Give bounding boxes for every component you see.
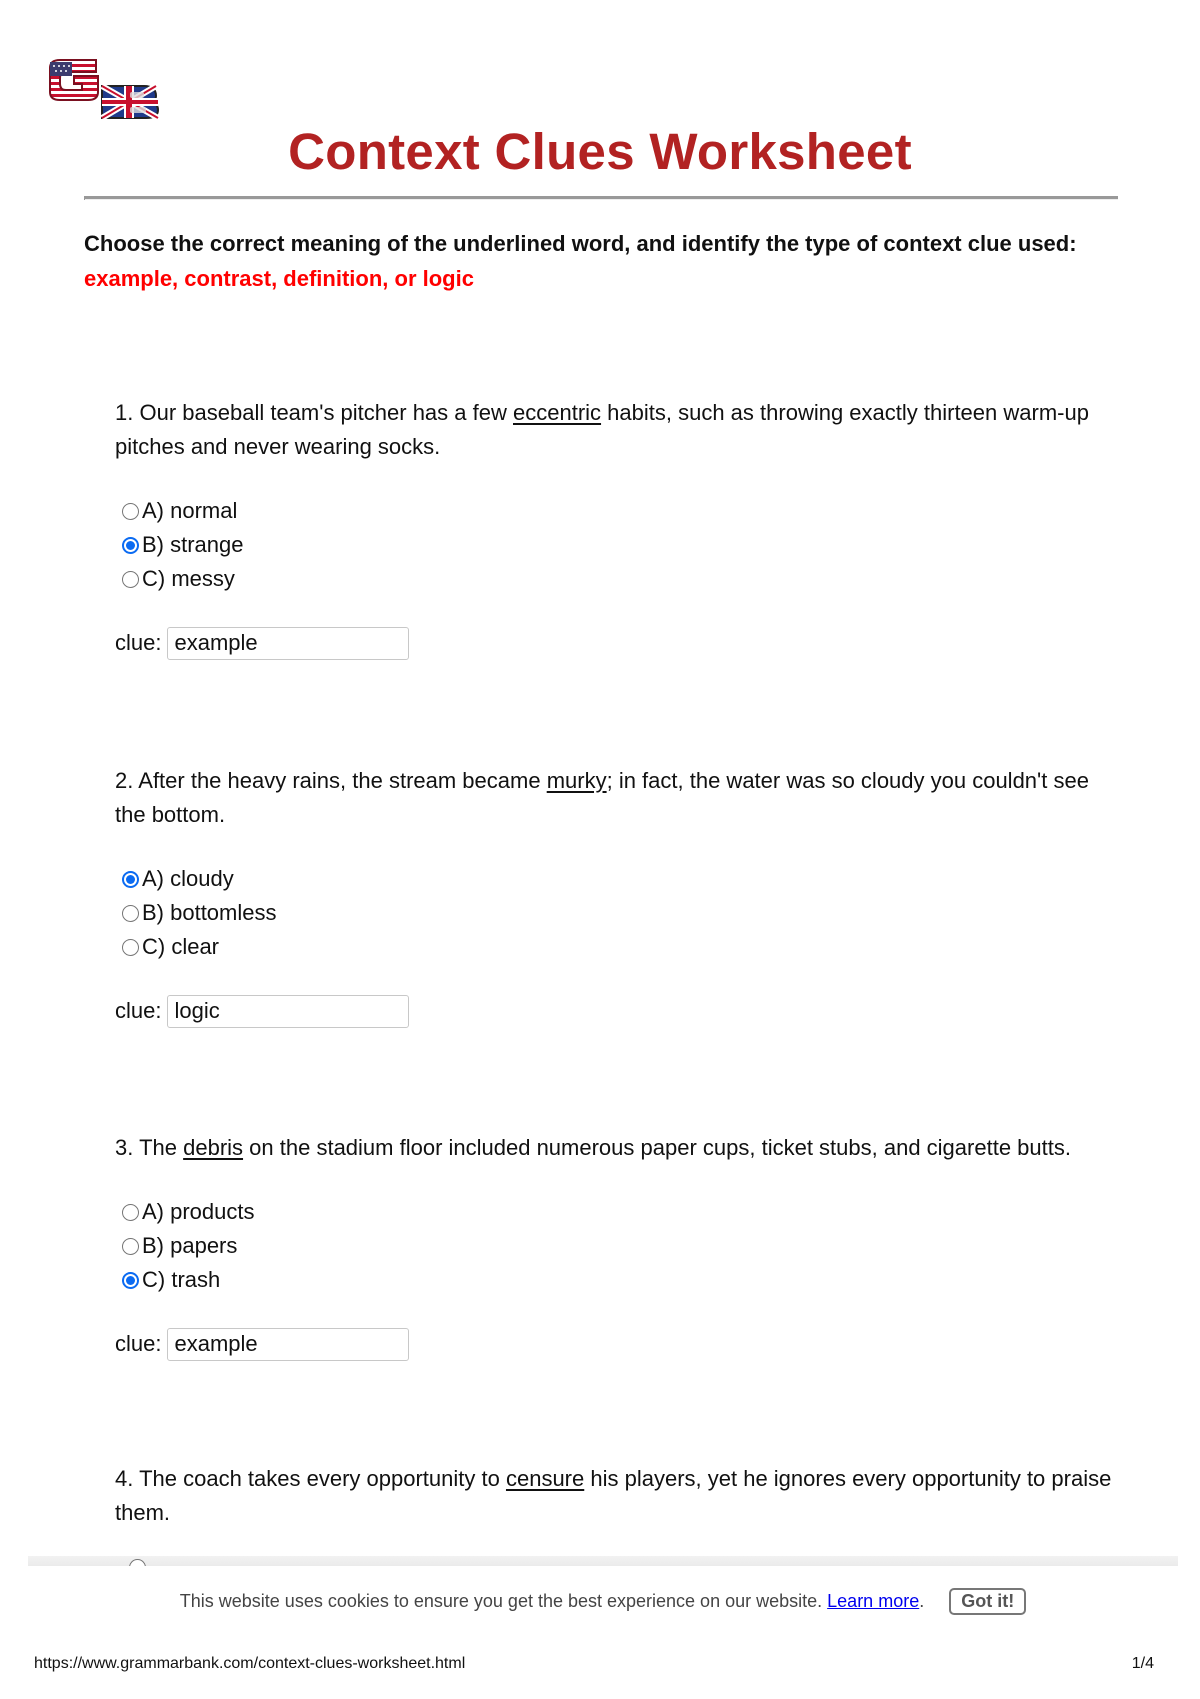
- answer-options: A) cloudy B) bottomless C) clear: [115, 862, 1115, 964]
- question-2: 2. After the heavy rains, the stream bec…: [115, 764, 1115, 1028]
- clue-row: clue:: [115, 626, 1115, 660]
- clue-row: clue:: [115, 1327, 1115, 1361]
- question-4: 4. The coach takes every opportunity to …: [115, 1462, 1115, 1530]
- clue-types-list: example, contrast, definition, or logic: [84, 266, 474, 291]
- clue-label: clue:: [115, 998, 162, 1023]
- target-word: debris: [183, 1135, 244, 1160]
- radio-button[interactable]: [122, 938, 139, 956]
- question-1: 1. Our baseball team's pitcher has a few…: [115, 396, 1115, 660]
- question-text: 1. Our baseball team's pitcher has a few…: [115, 400, 1089, 459]
- radio-button[interactable]: [129, 1559, 146, 1566]
- question-text: 4. The coach takes every opportunity to …: [115, 1466, 1112, 1525]
- radio-button[interactable]: [122, 1237, 139, 1255]
- target-word: eccentric: [513, 400, 602, 425]
- instructions: Choose the correct meaning of the underl…: [84, 226, 1134, 296]
- radio-button-checked[interactable]: [122, 870, 139, 888]
- option-c[interactable]: C) trash: [115, 1263, 1115, 1297]
- target-word: censure: [505, 1466, 585, 1491]
- radio-button[interactable]: [122, 502, 139, 520]
- page-title: Context Clues Worksheet: [288, 123, 912, 180]
- cookie-message: This website uses cookies to ensure you …: [179, 1591, 823, 1611]
- radio-button[interactable]: [122, 570, 139, 588]
- site-logo[interactable]: [44, 58, 160, 121]
- question-text: 3. The debris on the stadium floor inclu…: [115, 1135, 1071, 1160]
- radio-button[interactable]: [122, 1203, 139, 1221]
- clue-input[interactable]: [167, 626, 410, 660]
- learn-more-link[interactable]: Learn more: [827, 1591, 919, 1611]
- got-it-button[interactable]: Got it!: [949, 1588, 1027, 1615]
- option-c[interactable]: C) clear: [115, 930, 1115, 964]
- answer-options: A) products B) papers C) trash: [115, 1195, 1115, 1297]
- instructions-text: Choose the correct meaning of the underl…: [84, 231, 1077, 256]
- option-c[interactable]: C) messy: [115, 562, 1115, 596]
- radio-button-checked[interactable]: [122, 536, 139, 554]
- answer-options: A) normal B) strange C) messy: [115, 494, 1115, 596]
- option-b[interactable]: B) strange: [115, 528, 1115, 562]
- radio-button-checked[interactable]: [122, 1271, 139, 1289]
- clue-row: clue:: [115, 994, 1115, 1028]
- option-a[interactable]: A) cloudy: [115, 862, 1115, 896]
- option-b[interactable]: B) bottomless: [115, 896, 1115, 930]
- page-url: https://www.grammarbank.com/context-clue…: [34, 1655, 466, 1672]
- option-a[interactable]: A) normal: [115, 494, 1115, 528]
- clue-input[interactable]: [167, 994, 410, 1028]
- option-b[interactable]: B) papers: [115, 1229, 1115, 1263]
- option-a[interactable]: A) products: [115, 1195, 1115, 1229]
- cookie-banner: This website uses cookies to ensure you …: [28, 1566, 1178, 1646]
- option-a-partial[interactable]: [122, 1556, 422, 1566]
- gb-flag-logo-icon: [49, 59, 160, 121]
- clue-label: clue:: [115, 630, 162, 655]
- clue-input[interactable]: [167, 1327, 410, 1361]
- clue-label: clue:: [115, 1331, 162, 1356]
- question-3: 3. The debris on the stadium floor inclu…: [115, 1131, 1115, 1361]
- question-text: 2. After the heavy rains, the stream bec…: [115, 768, 1089, 827]
- title-divider: [84, 196, 1118, 200]
- radio-button[interactable]: [122, 904, 139, 922]
- page-number: 1/4: [1131, 1655, 1154, 1672]
- target-word: murky: [546, 768, 607, 793]
